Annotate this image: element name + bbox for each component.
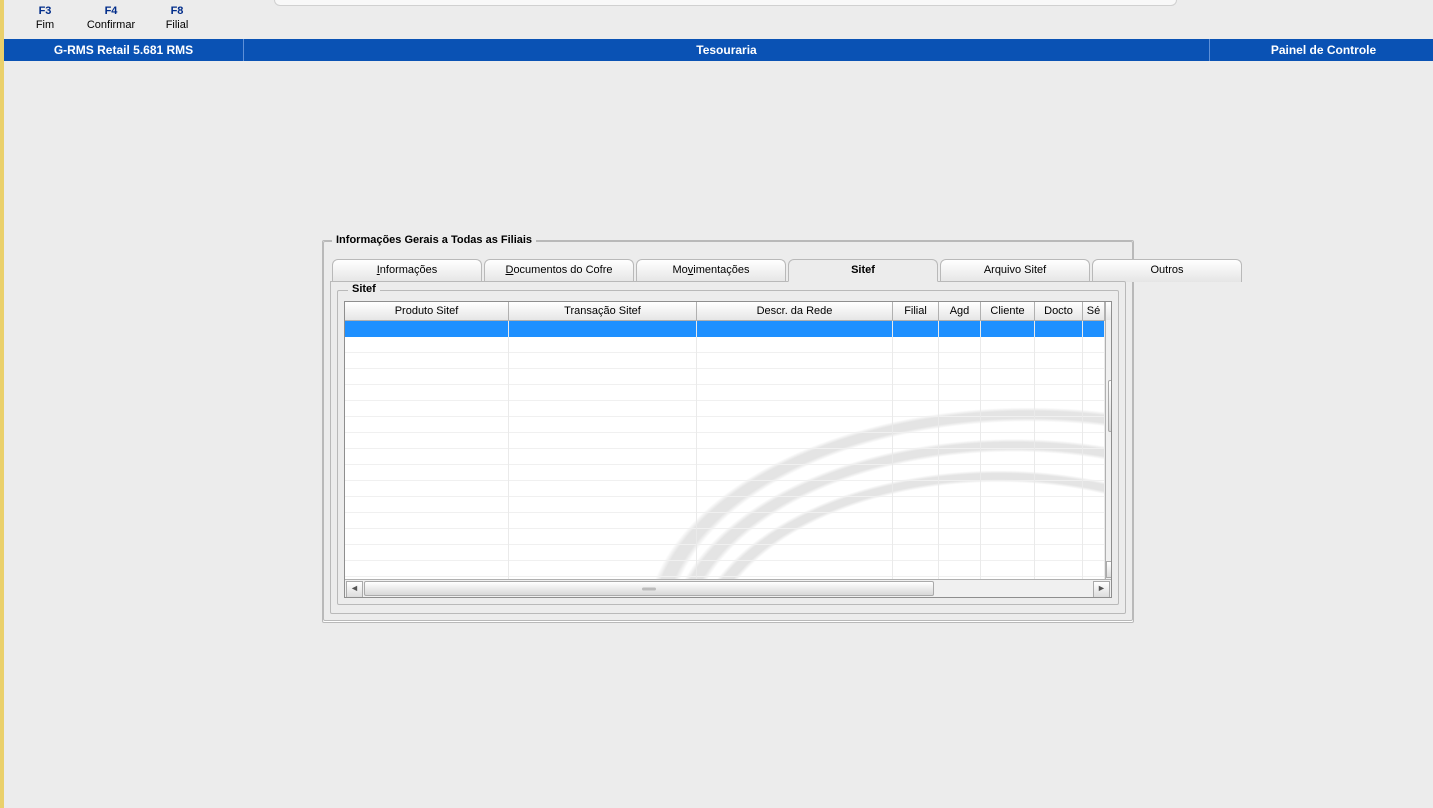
title-bar: G-RMS Retail 5.681 RMS Tesouraria Painel… [4,39,1433,61]
col-descr-rede[interactable]: Descr. da Rede [697,302,893,320]
groupbox-sitef-title: Sitef [348,283,380,295]
fkey-key: F4 [105,5,118,17]
tab-body: Sitef Produto Sitef Transação Sitef Desc… [330,281,1126,614]
tab-arquivo-sitef[interactable]: Arquivo Sitef [940,259,1090,282]
fkey-key: F8 [171,5,184,17]
fkey-label: Confirmar [87,17,135,33]
hscroll-thumb[interactable] [364,581,934,596]
groupbox-title: Informações Gerais a Todas as Filiais [332,234,536,246]
vscroll-thumb[interactable] [1108,380,1112,432]
grid-body[interactable] [345,321,1105,579]
col-produto-sitef[interactable]: Produto Sitef [345,302,509,320]
groupbox-sitef: Sitef Produto Sitef Transação Sitef Desc… [337,290,1119,605]
fkey-key: F3 [39,5,52,17]
col-docto[interactable]: Docto [1035,302,1083,320]
fkey-label: Fim [36,17,54,33]
panel-informacoes-gerais: Informações Gerais a Todas as Filiais In… [322,240,1134,623]
scroll-right-icon[interactable]: ► [1093,581,1110,598]
tab-outros[interactable]: Outros [1092,259,1242,282]
section-title[interactable]: Painel de Controle [1209,39,1433,61]
col-transacao-sitef[interactable]: Transação Sitef [509,302,697,320]
fkey-label: Filial [166,17,189,33]
tab-movimenta-es[interactable]: Movimentações [636,259,786,282]
tab-documentos-do-cofre[interactable]: Documentos do Cofre [484,259,634,282]
grid-selected-row[interactable] [345,321,1105,337]
module-title: Tesouraria [244,39,1209,61]
col-agd[interactable]: Agd [939,302,981,320]
vertical-scrollbar[interactable]: ▼ [1105,320,1112,579]
tab-strip: InformaçõesDocumentos do CofreMovimentaç… [332,258,1124,281]
horizontal-scrollbar[interactable]: ◄ ► [345,579,1111,597]
fkey-f3[interactable]: F3 Fim [12,3,78,37]
scroll-down-icon[interactable]: ▼ [1106,561,1112,578]
top-capsule [274,0,1177,6]
fkey-f4[interactable]: F4 Confirmar [78,3,144,37]
grid-sitef: Produto Sitef Transação Sitef Descr. da … [344,301,1112,598]
groupbox-informacoes: Informações Gerais a Todas as Filiais In… [323,241,1133,621]
col-cliente[interactable]: Cliente [981,302,1035,320]
col-filial[interactable]: Filial [893,302,939,320]
tab-sitef[interactable]: Sitef [788,259,938,282]
grid-header: Produto Sitef Transação Sitef Descr. da … [345,302,1105,321]
fkey-f8[interactable]: F8 Filial [144,3,210,37]
sort-asc-icon[interactable]: ▲ [1105,302,1112,320]
app-title: G-RMS Retail 5.681 RMS [4,39,244,61]
tab-informa-es[interactable]: Informações [332,259,482,282]
col-se[interactable]: Sé [1083,302,1105,320]
scroll-left-icon[interactable]: ◄ [346,581,363,598]
